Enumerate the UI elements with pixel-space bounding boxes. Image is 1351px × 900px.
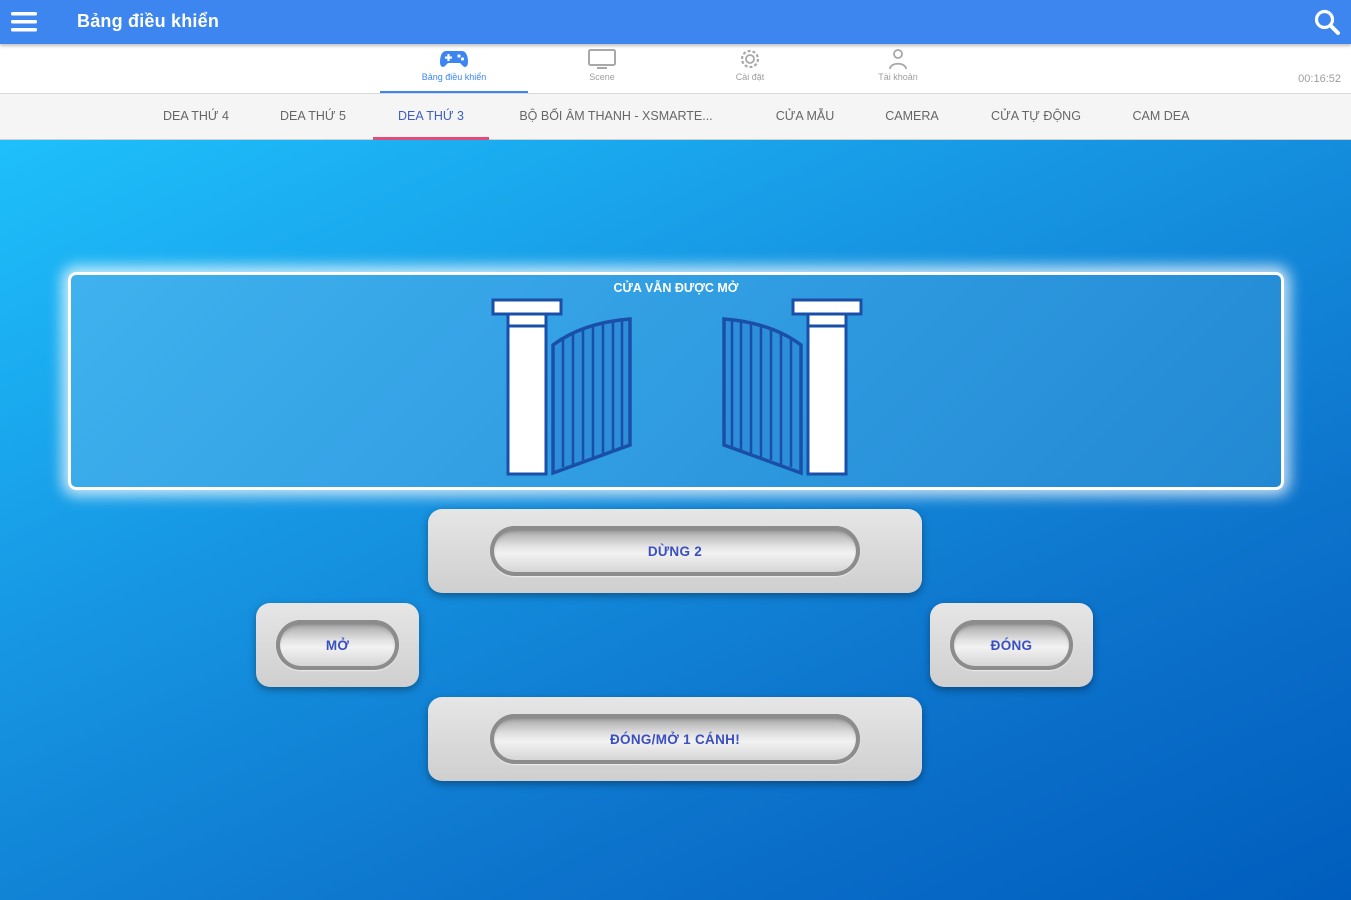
- device-tab-bar: DEA THỨ 4 DEA THỨ 5 DEA THỨ 3 BỘ BỐI ÂM …: [0, 94, 1351, 140]
- user-icon: [889, 49, 907, 70]
- gear-icon: [740, 49, 760, 69]
- tab-scene[interactable]: Scene: [528, 44, 676, 93]
- tab-dashboard[interactable]: Bảng điều khiển: [380, 44, 528, 93]
- tab-cam-dea[interactable]: CAM DEA: [1120, 94, 1202, 140]
- stop-button-frame: DỪNG 2: [428, 509, 922, 593]
- gamepad-icon: [440, 51, 468, 67]
- menu-icon[interactable]: [10, 9, 38, 35]
- tab-account[interactable]: Tài khoản: [824, 44, 972, 93]
- tab-sound-mixer[interactable]: BỘ BỐI ÂM THANH - XSMARTE...: [505, 94, 727, 140]
- gate-status-text: CỬA VẪN ĐƯỢC MỞ: [613, 281, 739, 295]
- tab-dea-thu-4[interactable]: DEA THỨ 4: [150, 94, 242, 140]
- open-button-frame: MỞ: [256, 603, 419, 687]
- control-area: CỬA VẪN ĐƯỢC MỞ DỪNG 2 MỞ ĐÓNG ĐÓNG/MỞ 1…: [0, 140, 1351, 900]
- monitor-icon: [588, 49, 616, 69]
- app-bar: Bảng điều khiển: [0, 0, 1351, 44]
- single-leaf-button[interactable]: ĐÓNG/MỞ 1 CÁNH!: [490, 714, 860, 764]
- tab-camera[interactable]: CAMERA: [872, 94, 952, 140]
- close-button-frame: ĐÓNG: [930, 603, 1093, 687]
- tab-dea-thu-3[interactable]: DEA THỨ 3: [373, 94, 489, 140]
- page-title: Bảng điều khiển: [77, 11, 220, 31]
- icon-tab-bar: Bảng điều khiển Scene Cài đặt Tài khoản …: [0, 44, 1351, 94]
- tab-settings[interactable]: Cài đặt: [676, 44, 824, 93]
- open-gate-icon: [491, 298, 863, 476]
- gate-status-panel: CỬA VẪN ĐƯỢC MỞ: [68, 272, 1284, 490]
- tab-cua-mau[interactable]: CỬA MẪU: [760, 94, 850, 140]
- search-icon[interactable]: [1313, 8, 1341, 36]
- tab-dea-thu-5[interactable]: DEA THỨ 5: [267, 94, 359, 140]
- clock-readout: 00:16:52: [1298, 73, 1341, 85]
- single-leaf-button-frame: ĐÓNG/MỞ 1 CÁNH!: [428, 697, 922, 781]
- close-button[interactable]: ĐÓNG: [950, 620, 1073, 670]
- tab-cua-tu-dong[interactable]: CỬA TỰ ĐỘNG: [978, 94, 1094, 140]
- open-button[interactable]: MỞ: [276, 620, 399, 670]
- stop-button[interactable]: DỪNG 2: [490, 526, 860, 576]
